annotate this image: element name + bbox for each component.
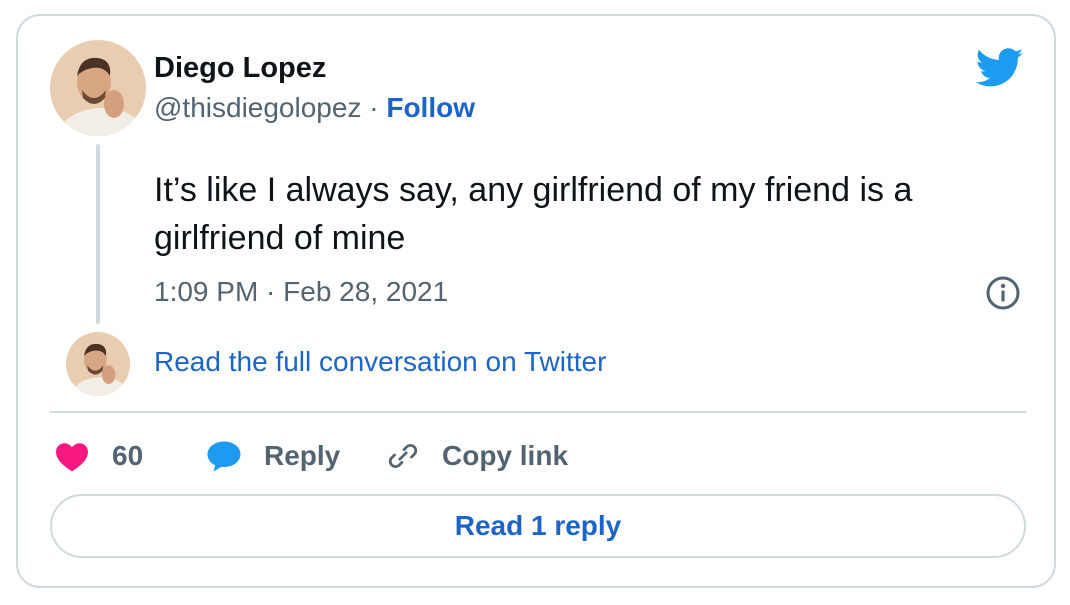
link-icon — [388, 444, 418, 468]
heart-icon — [56, 443, 88, 472]
handle-separator: · — [369, 92, 379, 123]
conversation-avatar[interactable] — [66, 332, 130, 396]
conversation-avatar-photo — [66, 332, 130, 396]
reply-label: Reply — [264, 440, 341, 471]
author-avatar[interactable] — [50, 40, 146, 136]
copy-link-label: Copy link — [442, 440, 569, 471]
author-name[interactable]: Diego Lopez — [154, 52, 326, 85]
read-reply-button[interactable]: Read 1 reply — [50, 494, 1026, 558]
reply-button[interactable]: Reply — [206, 436, 340, 476]
like-button[interactable]: 60 — [54, 436, 143, 476]
tweet-card: Diego Lopez @thisdiegolopez · Follow It’… — [16, 14, 1056, 588]
tweet-timestamp[interactable]: 1:09 PM · Feb 28, 2021 — [154, 276, 448, 308]
follow-link[interactable]: Follow — [386, 92, 475, 123]
author-photo — [50, 40, 146, 136]
tweet-text: It’s like I always say, any girlfriend o… — [154, 171, 913, 257]
author-handle[interactable]: @thisdiegolopez — [154, 92, 361, 123]
speech-bubble-icon — [207, 441, 241, 471]
thread-line — [96, 144, 100, 324]
divider — [50, 411, 1026, 413]
copy-link-button[interactable]: Copy link — [386, 436, 568, 476]
twitter-bird-icon[interactable] — [975, 48, 1024, 88]
like-count: 60 — [112, 440, 144, 471]
read-full-conversation-link[interactable]: Read the full conversation on Twitter — [154, 346, 606, 378]
handle-row: @thisdiegolopez · Follow — [154, 92, 475, 124]
info-icon[interactable] — [985, 275, 1021, 311]
